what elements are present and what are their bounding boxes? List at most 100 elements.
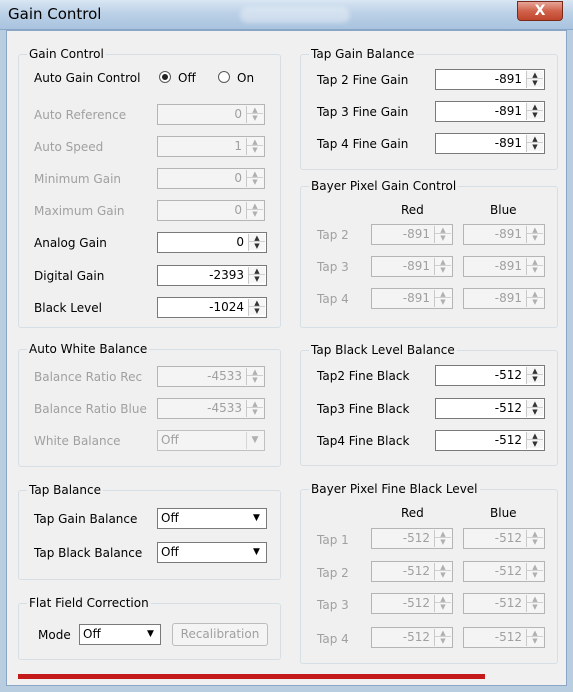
spin-up-icon[interactable]: ▲ [249,234,265,242]
spin-arrows: ▲ ▼ [434,226,451,243]
bayer-gain-red-spinbox: -891 ▲ ▼ [371,256,453,277]
spin-arrows[interactable]: ▲ ▼ [526,135,543,152]
spin-arrows[interactable]: ▲ ▼ [248,234,265,251]
auto-gain-off-label[interactable]: Off [178,70,196,86]
spin-up-icon: ▲ [435,258,451,266]
spin-arrows: ▲ ▼ [246,138,263,155]
spin-down-icon[interactable]: ▼ [249,307,265,315]
chevron-down-icon[interactable]: ▼ [248,544,265,561]
spin-arrows: ▲ ▼ [526,530,543,547]
spin-arrows: ▲ ▼ [526,290,543,307]
auto-gain-on-radio[interactable] [218,71,230,83]
spin-up-icon[interactable]: ▲ [527,400,543,408]
balance-ratio-red-spinbox: -4533 ▲ ▼ [157,366,265,387]
spin-arrows: ▲ ▼ [526,563,543,580]
spin-up-icon: ▲ [527,258,543,266]
bayer-gain-red-header: Red [401,203,424,217]
spin-value: 0 [236,235,244,249]
mode-combo[interactable]: Off ▼ [79,624,161,645]
combo-value: Off [161,545,179,559]
close-button[interactable]: X [517,1,563,21]
spin-value: -891 [494,291,522,305]
spin-up-icon[interactable]: ▲ [527,103,543,111]
spin-down-icon[interactable]: ▼ [527,143,543,151]
spin-value: 1 [234,139,242,153]
gain-row-label: Maximum Gain [34,204,125,218]
tap-gain-balance-combo[interactable]: Off ▼ [157,508,267,529]
spin-arrows: ▲ ▼ [246,368,263,385]
recalibration-button: Recalibration [172,623,268,646]
spin-arrows: ▲ ▼ [434,258,451,275]
spin-value: -891 [494,136,522,150]
tap-gain-balance-label: Tap Gain Balance [34,512,138,526]
spin-down-icon: ▼ [527,571,543,579]
spin-value: -512 [402,531,430,545]
gain-control-group: Gain Control [18,47,281,328]
spin-down-icon: ▼ [527,538,543,546]
tap-fine-black-label: Tap4 Fine Black [317,434,410,448]
balance-ratio-blue-label: Balance Ratio Blue [34,402,147,416]
gain-row-spinbox[interactable]: -2393 ▲ ▼ [157,265,267,286]
tap-fine-black-spinbox[interactable]: -512 ▲ ▼ [435,398,545,419]
tap-black-balance-combo[interactable]: Off ▼ [157,542,267,563]
balance-ratio-red-label: Balance Ratio Rec [34,370,143,384]
bayer-gain-red-spinbox: -891 ▲ ▼ [371,224,453,245]
tap-black-balance-label: Tap Black Balance [34,546,143,560]
spin-up-icon: ▲ [527,563,543,571]
spin-down-icon: ▼ [435,603,451,611]
tap-fine-gain-spinbox[interactable]: -891 ▲ ▼ [435,101,545,122]
bayer-black-tap-label: Tap 1 [317,533,349,547]
title-bar-blur [240,7,350,23]
spin-down-icon[interactable]: ▼ [527,440,543,448]
tap-fine-gain-spinbox[interactable]: -891 ▲ ▼ [435,133,545,154]
spin-arrows[interactable]: ▲ ▼ [526,400,543,417]
group-title: Bayer Pixel Fine Black Level [309,482,480,497]
spin-value: 0 [234,171,242,185]
tap-fine-black-label: Tap2 Fine Black [317,369,410,383]
spin-value: -512 [494,596,522,610]
spin-up-icon[interactable]: ▲ [527,432,543,440]
spin-down-icon[interactable]: ▼ [527,111,543,119]
gain-row-spinbox[interactable]: 0 ▲ ▼ [157,232,267,253]
bayer-gain-blue-spinbox: -891 ▲ ▼ [463,256,545,277]
tap-fine-black-spinbox[interactable]: -512 ▲ ▼ [435,430,545,451]
spin-arrows[interactable]: ▲ ▼ [248,267,265,284]
spin-up-icon[interactable]: ▲ [527,367,543,375]
gain-row-label: Minimum Gain [34,172,122,186]
mode-label: Mode [38,628,71,642]
spin-up-icon[interactable]: ▲ [527,135,543,143]
spin-up-icon[interactable]: ▲ [527,71,543,79]
tap-fine-black-spinbox[interactable]: -512 ▲ ▼ [435,365,545,386]
spin-arrows: ▲ ▼ [434,629,451,646]
spin-arrows[interactable]: ▲ ▼ [248,299,265,316]
spin-down-icon[interactable]: ▼ [527,375,543,383]
spin-value: -512 [494,630,522,644]
spin-down-icon[interactable]: ▼ [249,275,265,283]
spin-down-icon: ▼ [247,408,263,416]
spin-arrows[interactable]: ▲ ▼ [526,103,543,120]
spin-up-icon[interactable]: ▲ [249,267,265,275]
spin-arrows[interactable]: ▲ ▼ [526,71,543,88]
spin-down-icon[interactable]: ▼ [527,408,543,416]
spin-up-icon[interactable]: ▲ [249,299,265,307]
spin-down-icon: ▼ [527,603,543,611]
spin-up-icon: ▲ [527,629,543,637]
spin-arrows[interactable]: ▲ ▼ [526,367,543,384]
tap-fine-gain-spinbox[interactable]: -891 ▲ ▼ [435,69,545,90]
spin-down-icon: ▼ [247,178,263,186]
bayer-black-red-spinbox: -512 ▲ ▼ [371,561,453,582]
spin-arrows[interactable]: ▲ ▼ [526,432,543,449]
auto-gain-off-radio[interactable] [159,71,171,83]
chevron-down-icon: ▼ [246,432,263,449]
spin-value: -512 [494,368,522,382]
auto-gain-on-label[interactable]: On [237,70,254,86]
chevron-down-icon[interactable]: ▼ [248,510,265,527]
spin-arrows: ▲ ▼ [246,106,263,123]
bayer-gain-blue-header: Blue [490,203,517,217]
spin-down-icon[interactable]: ▼ [527,79,543,87]
spin-down-icon: ▼ [247,210,263,218]
spin-down-icon: ▼ [435,538,451,546]
gain-row-spinbox[interactable]: -1024 ▲ ▼ [157,297,267,318]
spin-down-icon[interactable]: ▼ [249,242,265,250]
chevron-down-icon[interactable]: ▼ [142,626,159,643]
